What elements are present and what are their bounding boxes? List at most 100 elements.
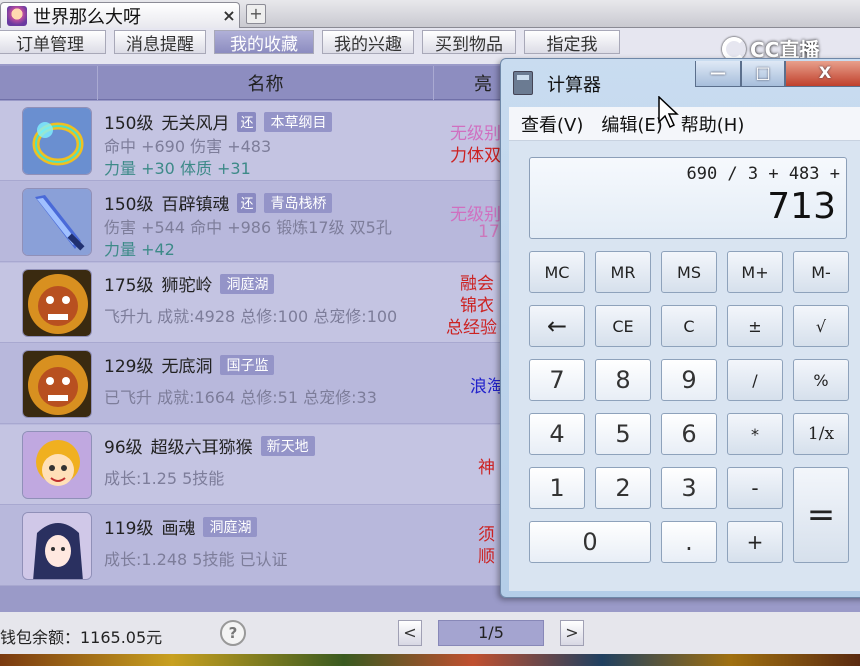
nav-purchased[interactable]: 买到物品 — [422, 30, 516, 55]
cc-logo-icon — [722, 36, 746, 61]
item-attr-note: 力体双 — [450, 146, 501, 166]
page-indicator[interactable]: 1/5 — [438, 620, 544, 646]
key-8[interactable]: 8 — [595, 359, 651, 401]
key-7[interactable]: 7 — [529, 359, 585, 401]
calculator-display: 690 / 3 + 483 + 713 — [529, 157, 847, 239]
key-percent[interactable]: % — [793, 359, 849, 401]
item-title: 150级 无关风月 还 本草纲目 — [104, 109, 333, 134]
key-sqrt[interactable]: √ — [793, 305, 849, 347]
key-2[interactable]: 2 — [595, 467, 651, 509]
key-mr[interactable]: MR — [595, 251, 651, 293]
key-ms[interactable]: MS — [661, 251, 717, 293]
item-note-1: 浪淘 — [470, 377, 504, 397]
key-0[interactable]: 0 — [529, 521, 651, 563]
server-badge: 本草纲目 — [264, 111, 333, 132]
item-note-2: 顺 — [478, 547, 495, 567]
weapon-sword-icon — [22, 188, 92, 256]
key-add[interactable]: + — [727, 521, 783, 563]
weapon-ring-icon — [22, 107, 92, 175]
item-title: 119级 画魂 洞庭湖 — [104, 514, 258, 539]
column-header-name[interactable]: 名称 — [98, 66, 434, 100]
lion-character-icon — [22, 269, 92, 337]
server-badge: 国子监 — [220, 354, 275, 375]
next-page-button[interactable]: > — [560, 620, 584, 646]
nav-orders[interactable]: 订单管理 — [0, 30, 106, 55]
calculator-body: 690 / 3 + 483 + 713 MC MR MS M+ M- ← CE … — [509, 141, 860, 591]
nav-interests[interactable]: 我的兴趣 — [322, 30, 414, 55]
key-reciprocal[interactable]: 1/x — [793, 413, 849, 455]
monkey-character-icon — [22, 431, 92, 499]
prev-page-button[interactable]: < — [398, 620, 422, 646]
key-clear[interactable]: C — [661, 305, 717, 347]
item-stats: 已飞升 成就:1664 总修:51 总宠修:33 — [104, 388, 377, 407]
lion-character-icon — [22, 350, 92, 418]
nav-designated[interactable]: 指定我 — [524, 30, 620, 55]
return-badge: 还 — [237, 192, 257, 213]
column-header-bright[interactable]: 亮 — [474, 70, 492, 96]
server-badge: 洞庭湖 — [220, 273, 275, 294]
key-ce[interactable]: CE — [595, 305, 651, 347]
calculator-menu-bar: 查看(V) 编辑(E) 帮助(H) — [509, 107, 860, 141]
item-attr-note: 17 — [478, 222, 500, 242]
key-divide[interactable]: / — [727, 359, 783, 401]
return-badge: 还 — [237, 111, 257, 132]
item-title: 150级 百辟镇魂 还 青岛栈桥 — [104, 190, 333, 215]
item-title: 129级 无底洞 国子监 — [104, 352, 275, 377]
item-stats: 成长:1.25 5技能 — [104, 469, 225, 488]
item-note-1: 神 — [478, 458, 495, 478]
item-attributes: 力量 +30 体质 +31 — [104, 159, 251, 178]
key-m-plus[interactable]: M+ — [727, 251, 783, 293]
help-icon[interactable]: ? — [220, 620, 246, 646]
menu-help[interactable]: 帮助(H) — [681, 111, 745, 137]
key-6[interactable]: 6 — [661, 413, 717, 455]
minimize-button[interactable]: — — [695, 61, 741, 87]
game-taskbar — [0, 654, 860, 666]
header-spacer — [0, 66, 98, 100]
item-title: 175级 狮驼岭 洞庭湖 — [104, 271, 275, 296]
key-backspace[interactable]: ← — [529, 305, 585, 347]
key-mc[interactable]: MC — [529, 251, 585, 293]
item-stats: 飞升九 成就:4928 总修:100 总宠修:100 — [104, 307, 398, 326]
maximize-button[interactable]: □ — [741, 61, 785, 87]
key-5[interactable]: 5 — [595, 413, 651, 455]
item-note-3: 总经验 — [446, 318, 497, 338]
new-tab-button[interactable]: + — [246, 4, 266, 24]
nav-messages[interactable]: 消息提醒 — [114, 30, 206, 55]
close-button[interactable]: X — [785, 61, 860, 87]
tab-title: 世界那么大呀 — [33, 6, 141, 28]
mouse-cursor-icon — [658, 96, 679, 129]
key-m-minus[interactable]: M- — [793, 251, 849, 293]
menu-edit[interactable]: 编辑(E) — [601, 111, 662, 137]
calculator-icon — [513, 71, 533, 95]
server-badge: 洞庭湖 — [203, 516, 258, 537]
item-stats: 成长:1.248 5技能 已认证 — [104, 550, 288, 569]
footer-bar: 钱包余额：1165.05元 ? < 1/5 > — [0, 612, 860, 654]
key-multiply[interactable]: * — [727, 413, 783, 455]
item-attributes: 力量 +42 — [104, 240, 175, 259]
close-tab-icon[interactable]: × — [219, 6, 239, 25]
nav-favorites[interactable]: 我的收藏 — [214, 30, 314, 55]
result-readout: 713 — [767, 186, 836, 227]
item-title: 96级 超级六耳猕猴 新天地 — [104, 433, 315, 458]
key-subtract[interactable]: - — [727, 467, 783, 509]
avatar-icon — [7, 5, 27, 26]
key-1[interactable]: 1 — [529, 467, 585, 509]
key-3[interactable]: 3 — [661, 467, 717, 509]
key-sign[interactable]: ± — [727, 305, 783, 347]
calculator-window[interactable]: 计算器 — □ X 查看(V) 编辑(E) 帮助(H) 690 / 3 + 48… — [500, 58, 860, 598]
calculator-title: 计算器 — [547, 75, 601, 96]
server-badge: 青岛栈桥 — [264, 192, 333, 213]
key-9[interactable]: 9 — [661, 359, 717, 401]
expression-readout: 690 / 3 + 483 + — [686, 164, 840, 184]
browser-tab[interactable]: 世界那么大呀 × — [0, 2, 240, 28]
key-4[interactable]: 4 — [529, 413, 585, 455]
server-badge: 新天地 — [260, 435, 315, 456]
browser-tab-strip: 世界那么大呀 × + — [0, 0, 860, 28]
item-stats: 伤害 +544 命中 +986 锻炼17级 双5孔 — [104, 218, 392, 237]
painted-soul-character-icon — [22, 512, 92, 580]
key-equals[interactable]: = — [793, 467, 849, 563]
key-decimal[interactable]: . — [661, 521, 717, 563]
item-stats: 命中 +690 伤害 +483 — [104, 137, 272, 156]
menu-view[interactable]: 查看(V) — [521, 111, 583, 137]
wallet-balance: 钱包余额：1165.05元 — [0, 628, 163, 647]
